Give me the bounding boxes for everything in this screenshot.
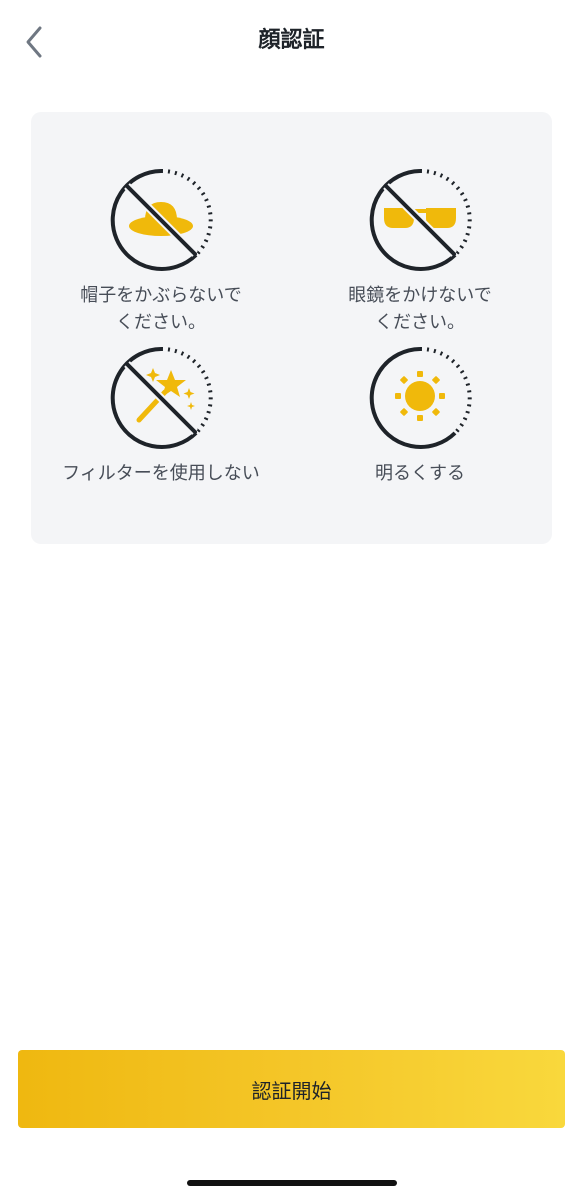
tip-bright-light: 明るくする bbox=[290, 346, 550, 487]
start-verification-button[interactable]: 認証開始 bbox=[18, 1050, 565, 1128]
home-indicator bbox=[187, 1180, 397, 1186]
bright-light-icon bbox=[369, 346, 472, 449]
tip-no-filter: フィルターを使用しない bbox=[31, 346, 291, 487]
page-title: 顔認証 bbox=[258, 28, 325, 53]
no-filter-icon bbox=[110, 346, 213, 449]
tip-label: 帽子をかぶらないで ください。 bbox=[80, 285, 242, 333]
start-verification-label: 認証開始 bbox=[251, 1078, 332, 1103]
tip-no-hat: 帽子をかぶらないで ください。 bbox=[31, 168, 291, 336]
tip-label: 眼鏡をかけないで ください。 bbox=[348, 285, 492, 333]
no-hat-icon bbox=[110, 168, 213, 271]
tip-no-glasses: 眼鏡をかけないで ください。 bbox=[290, 168, 550, 336]
no-glasses-icon bbox=[369, 168, 472, 271]
header: 顔認証 bbox=[0, 0, 583, 84]
tip-label: フィルターを使用しない bbox=[62, 463, 260, 484]
tips-card: 帽子をかぶらないで ください。 眼鏡をかけないで ください。 フィルターを使用し… bbox=[31, 112, 552, 544]
tip-label: 明るくする bbox=[375, 463, 465, 484]
